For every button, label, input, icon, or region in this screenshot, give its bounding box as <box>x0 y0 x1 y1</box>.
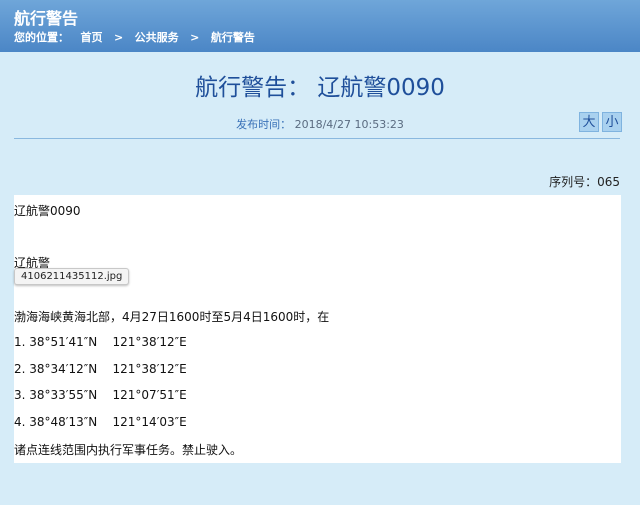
image-filename-tooltip: 4106211435112.jpg <box>14 268 130 285</box>
font-small-button[interactable]: 小 <box>602 112 622 132</box>
serial-number: 序列号：065 <box>549 175 620 189</box>
publish-time-label: 发布时间： <box>236 118 292 131</box>
body-line: 1. 38°51′41″N 121°38′12″E <box>14 335 187 349</box>
body-line: 2. 38°34′12″N 121°38′12″E <box>14 362 187 376</box>
body-line: 渤海海峡黄海北部，4月27日1600时至5月4日1600时，在 <box>14 310 330 324</box>
article-body: 辽航警0090 辽航警 渤海海峡黄海北部，4月27日1600时至5月4日1600… <box>14 195 621 463</box>
publish-time: 发布时间： 2018/4/27 10:53:23 <box>0 116 640 132</box>
body-line: 辽航警0090 <box>14 204 81 218</box>
font-large-button[interactable]: 大 <box>579 112 599 132</box>
article-title: 航行警告： 辽航警0090 <box>195 75 445 101</box>
page-title: 航行警告 <box>14 9 79 28</box>
body-line: 4. 38°48′13″N 121°14′03″E <box>14 415 187 429</box>
breadcrumb[interactable]: 您的位置： 首页 > 公共服务 > 航行警告 <box>14 29 255 45</box>
body-line: 诸点连线范围内执行军事任务。禁止驶入。 <box>14 443 243 457</box>
publish-time-value: 2018/4/27 10:53:23 <box>294 118 404 131</box>
divider <box>14 138 620 139</box>
page-header: 航行警告 您的位置： 首页 > 公共服务 > 航行警告 <box>0 0 640 52</box>
font-size-controls: 大 小 <box>579 112 622 132</box>
body-line: 3. 38°33′55″N 121°07′51″E <box>14 388 187 402</box>
